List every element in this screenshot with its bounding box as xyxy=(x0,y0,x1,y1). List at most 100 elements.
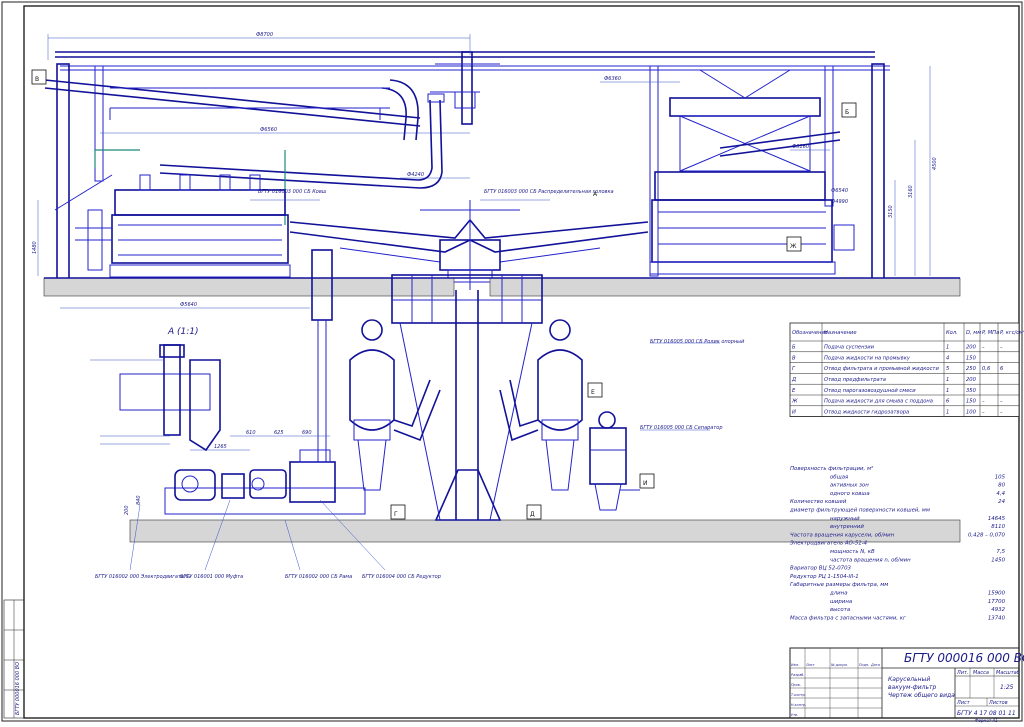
table-cell: 1 xyxy=(946,377,949,383)
table-cell: И xyxy=(792,409,796,415)
dim-f4240: Ф4240 xyxy=(407,172,424,178)
callout-frame: БГТУ 016002 000 СБ Рама xyxy=(285,574,352,580)
rotated-doc-number: БГТУ 000016 000 ВО xyxy=(15,662,21,715)
spec-label: ширина xyxy=(830,599,852,605)
table-cell: 100 xyxy=(966,409,977,415)
table-header: P, МПа xyxy=(982,330,999,336)
spec-label: частота вращения n, об/мин xyxy=(830,557,911,563)
table-cell: Б xyxy=(792,345,796,351)
spec-value: 17700 xyxy=(988,599,1006,605)
distribution-head xyxy=(289,200,649,290)
spec-label: Электродвигатель АО-51-4 xyxy=(789,541,868,547)
spec-value: 13740 xyxy=(988,615,1006,621)
right-filter-bucket xyxy=(649,69,855,275)
table-cell: Ж xyxy=(791,399,798,405)
spec-label: Габаритные размеры фильтра, мм xyxy=(790,582,888,588)
callout-roller: БГТУ 016005 000 СБ Ролик опорный xyxy=(650,339,745,345)
right-separator xyxy=(499,319,583,491)
table-header: Обозначение xyxy=(792,330,828,336)
marker-g-label: Г xyxy=(394,511,398,518)
table-cell: Отвод фильтрата и промывной жидкости xyxy=(824,366,939,372)
title-line-1: Карусельный xyxy=(888,676,930,683)
tb-col-docnum: № докум. xyxy=(830,663,848,667)
dim-3160: 3160 xyxy=(908,185,914,198)
table-cell: 150 xyxy=(966,399,977,405)
dim-f8700: Ф8700 xyxy=(256,32,273,38)
tb-col-sign: Подп. xyxy=(859,663,869,667)
spec-label: мощность N, кВ xyxy=(830,549,875,555)
spec-value: 4,4 xyxy=(996,491,1005,497)
top-dimensions: Ф8700 Ф6560 Ф6360 Ф4240 Ф5640 Ф3160 Ф654… xyxy=(32,32,938,309)
scale: 1:25 xyxy=(1000,684,1014,691)
marker-zh-label: Ж xyxy=(790,243,797,250)
table-cell: 1 xyxy=(946,345,949,351)
spec-value: 105 xyxy=(995,474,1006,480)
dim-200: 200 xyxy=(124,505,130,515)
table-cell: 250 xyxy=(966,366,977,372)
table-cell: 200 xyxy=(966,377,977,383)
tb-row-prov: Пров. xyxy=(791,683,801,687)
callout-separator: БГТУ 016005 000 СБ Сепаратор xyxy=(640,425,723,431)
table-cell: Отвод предфильтрата xyxy=(824,377,886,383)
table-cell: Д xyxy=(791,377,796,383)
title-block: БГТУ 000016 000 ВО Карусельный вакуум-фи… xyxy=(789,647,1024,723)
table-header: D, мм xyxy=(966,330,981,336)
table-header: Кол. xyxy=(946,330,958,336)
callout-kovsh: БГТУ 016003 000 СБ Ковш xyxy=(258,189,327,195)
spec-label: диаметр фильтрующей поверхности ковшей, … xyxy=(789,508,930,514)
tb-sheets: Листов xyxy=(988,700,1008,706)
dim-610: 610 xyxy=(246,430,256,436)
spec-value: 8110 xyxy=(991,524,1005,530)
table-cell: – xyxy=(982,409,985,415)
dim-f6360: Ф6360 xyxy=(604,76,621,82)
drawing-sheet: БГТУ 000016 000 ВО Ф8700 Ф6560 Ф6360 Ф42… xyxy=(0,0,1024,723)
dim-f5640: Ф5640 xyxy=(180,302,197,308)
dim-1265: 1265 xyxy=(214,444,227,450)
spec-label: общая xyxy=(830,474,849,480)
doc-number: БГТУ 000016 000 ВО xyxy=(904,651,1024,665)
table-cell: Подача суспензии xyxy=(824,345,875,351)
binding-strip: БГТУ 000016 000 ВО xyxy=(3,599,25,719)
spec-value: 4932 xyxy=(991,607,1005,613)
callout-coupling: БГТУ 016001 000 Муфта xyxy=(180,574,243,580)
table-cell: 150 xyxy=(966,355,977,361)
table-cell: – xyxy=(1000,399,1003,405)
dim-625: 625 xyxy=(274,430,284,436)
table-cell: – xyxy=(982,345,985,351)
dim-4500: 4500 xyxy=(932,157,938,170)
table-cell: 200 xyxy=(966,345,977,351)
dim-1480: 1480 xyxy=(32,241,38,254)
spec-label: Поверхность фильтрации, м² xyxy=(790,465,874,472)
callout-reducer: БГТУ 016004 000 СБ Редуктор xyxy=(362,574,441,580)
left-filter-bucket xyxy=(54,174,291,278)
table-header: Назначение xyxy=(824,330,857,336)
table-cell: Отвод парогазовоздушной смеси xyxy=(824,388,916,394)
technical-specs: Поверхность фильтрации, м² общая 105 активн… xyxy=(789,465,1006,621)
table-cell: 1 xyxy=(946,409,949,415)
table-cell: Подача жидкости на промывку xyxy=(824,355,911,361)
title-line-2: вакуум-фильтр xyxy=(888,684,937,691)
marker-d-label: Д xyxy=(530,511,535,518)
table-cell: – xyxy=(1000,345,1003,351)
tb-col-list: Лист xyxy=(805,663,816,667)
spec-label: одного ковша xyxy=(830,491,870,497)
dim-f4990: Ф4990 xyxy=(831,199,848,205)
table-header: P, кгс/см² xyxy=(1000,330,1024,336)
spec-label: длина xyxy=(829,591,848,597)
spec-label: Масса фильтра с запасными частями, кг xyxy=(790,615,906,621)
spec-value: 24 xyxy=(998,499,1005,505)
table-cell: – xyxy=(1000,409,1003,415)
spec-label: Частота вращения карусели, об/мин xyxy=(790,532,895,538)
dim-690: 690 xyxy=(302,430,312,436)
spec-label: активных зон xyxy=(830,483,869,489)
tb-row-nkontr: Н.контр. xyxy=(791,703,806,707)
tb-row-razrab: Разраб. xyxy=(791,673,804,677)
spec-value: 14645 xyxy=(988,516,1006,522)
tb-header-lit: Лит. xyxy=(956,670,969,676)
spec-label: Количество ковшей xyxy=(790,499,847,505)
spec-value: 15900 xyxy=(988,591,1006,597)
drive-unit xyxy=(164,449,366,515)
general-view-drawing: БГТУ 000016 000 ВО Ф8700 Ф6560 Ф6360 Ф42… xyxy=(1,1,1024,723)
detail-a-view: А (1:1) xyxy=(90,327,221,452)
connections-table: ОбозначениеНазначение Кол. D, мм P, МПа P, к… xyxy=(789,322,1024,417)
